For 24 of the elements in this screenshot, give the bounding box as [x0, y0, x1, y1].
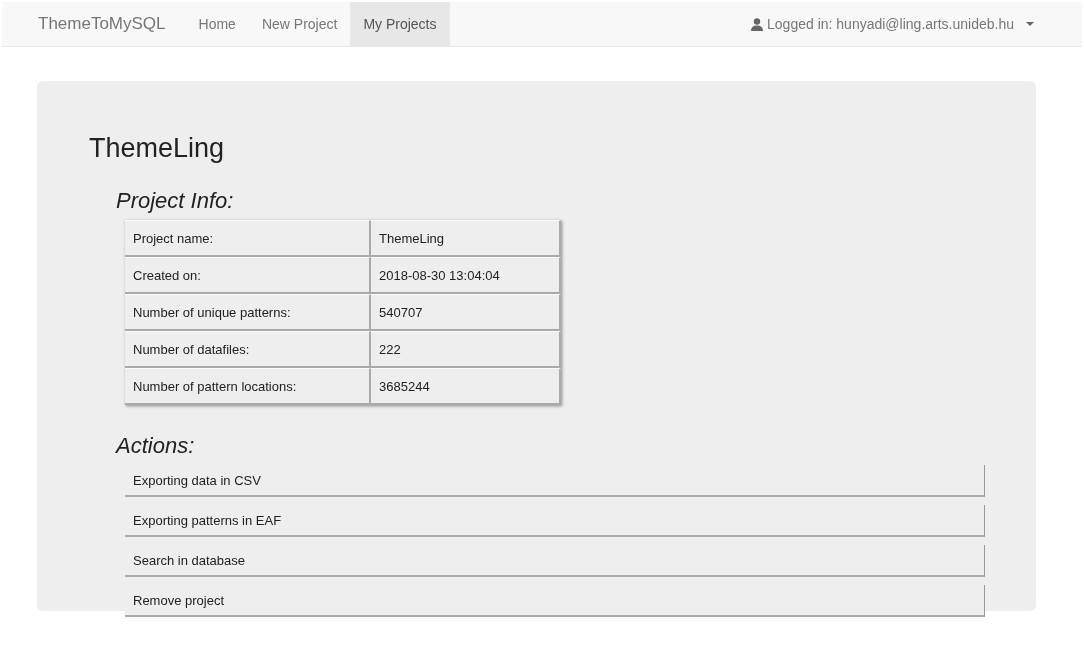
table-cell: Number of pattern locations:: [125, 368, 371, 405]
caret-icon[interactable]: [1026, 22, 1034, 26]
nav-link[interactable]: Home: [185, 2, 249, 46]
table-cell: Created on:: [125, 257, 371, 294]
table-cell: 2018-08-30 13:04:04: [371, 257, 561, 294]
table-cell: 222: [371, 331, 561, 368]
table-cell: 540707: [371, 294, 561, 331]
project-title: ThemeLing: [89, 133, 226, 164]
user-menu[interactable]: Logged in: hunyadi@ling.arts.unideb.hu: [767, 16, 1014, 32]
table-cell: Number of unique patterns:: [125, 294, 371, 331]
brand-link[interactable]: ThemeToMySQL: [2, 14, 186, 34]
user-icon: [751, 17, 764, 31]
section-heading: Actions:: [116, 433, 196, 459]
table-cell: ThemeLing: [371, 220, 561, 257]
action-button[interactable]: Exporting data in CSV: [125, 465, 985, 497]
action-button[interactable]: Search in database: [125, 545, 985, 577]
section-heading: Project Info:: [116, 188, 235, 214]
nav-link[interactable]: My Projects: [350, 2, 450, 46]
action-button[interactable]: Exporting patterns in EAF: [125, 505, 985, 537]
action-button[interactable]: Remove project: [125, 585, 985, 617]
table-cell: 3685244: [371, 368, 561, 405]
table-cell: Project name:: [125, 220, 371, 257]
table-cell: Number of datafiles:: [125, 331, 371, 368]
nav-link[interactable]: New Project: [248, 2, 351, 46]
